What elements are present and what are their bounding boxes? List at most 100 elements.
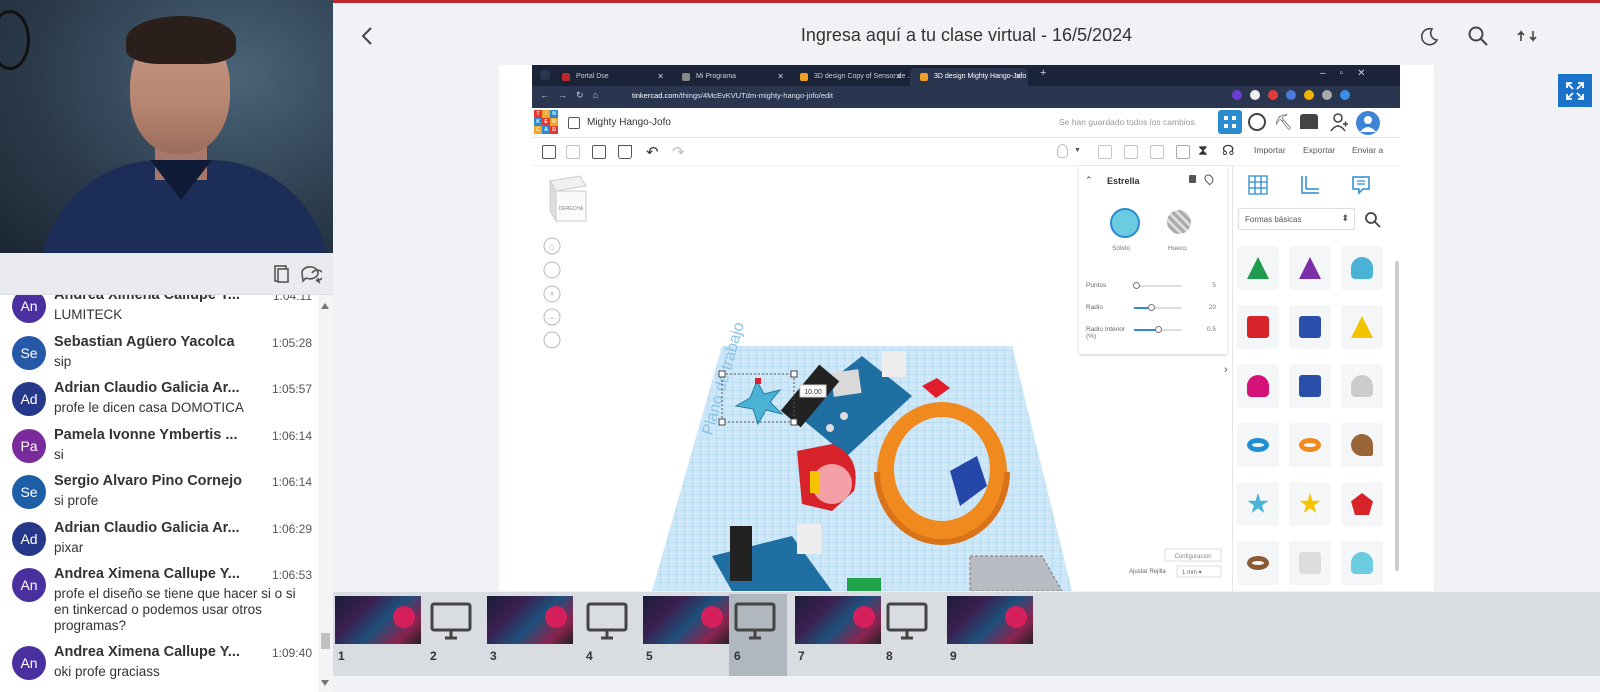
param-slider[interactable]	[1133, 282, 1182, 289]
swap-layout-icon[interactable]	[1516, 25, 1538, 47]
tab-close-icon[interactable]: ✕	[895, 72, 902, 81]
slide-thumbnail[interactable]: 4	[581, 594, 639, 676]
send-to-button[interactable]: Enviar a	[1352, 145, 1383, 155]
group-icon[interactable]	[1124, 145, 1138, 159]
shape-heart[interactable]	[1341, 423, 1383, 467]
shape-polyhedron[interactable]	[1341, 482, 1383, 526]
workplane-icon[interactable]	[1247, 174, 1269, 196]
shape-star-gold[interactable]	[1289, 482, 1331, 526]
orange-ring[interactable]	[874, 402, 1010, 545]
shape-ring[interactable]	[1237, 541, 1279, 585]
ungroup-icon[interactable]	[1150, 145, 1164, 159]
mirror-icon[interactable]: ⧗	[1198, 142, 1208, 159]
collapse-chevron-icon[interactable]: ⌃	[1085, 175, 1093, 186]
tab-close-icon[interactable]: ✕	[777, 72, 784, 81]
shape-category-select[interactable]: Formas básicas ⬍	[1238, 208, 1355, 230]
shape-tube[interactable]	[1289, 423, 1331, 467]
slide-thumbnail[interactable]: 5	[641, 594, 729, 676]
browser-tab[interactable]: 3D design Mighty Hango-Jofo ✕	[910, 68, 1028, 86]
shape-star[interactable]	[1237, 482, 1279, 526]
param-slider[interactable]	[1134, 304, 1182, 311]
extension-icons[interactable]	[1232, 90, 1392, 104]
circuits-icon[interactable]	[1248, 113, 1266, 131]
search-icon[interactable]	[1467, 25, 1489, 47]
chat-bubbles-icon[interactable]	[300, 264, 322, 284]
slide-thumbnail[interactable]: 7	[793, 594, 881, 676]
ruler-icon[interactable]	[1299, 174, 1321, 196]
slider-handle[interactable]	[1147, 304, 1155, 311]
copy-icon[interactable]	[270, 264, 292, 284]
fit-view-icon[interactable]	[543, 261, 561, 279]
tab-close-icon[interactable]: ✕	[657, 72, 664, 81]
shape-roof[interactable]	[1237, 246, 1279, 290]
param-value[interactable]: 0.5	[1207, 326, 1216, 333]
browser-tab[interactable]: 3D design Copy of Sensor de ... ✕	[790, 68, 913, 86]
export-button[interactable]: Exportar	[1303, 145, 1335, 155]
solid-option[interactable]	[1110, 208, 1140, 238]
scroll-down-arrow[interactable]	[321, 680, 329, 686]
search-icon[interactable]	[1361, 208, 1385, 230]
browser-tab[interactable]: Mi Programa ✕	[672, 68, 790, 86]
tab-menu-icon[interactable]	[540, 70, 550, 80]
shape-half-cylinder[interactable]	[1341, 246, 1383, 290]
shape-rounded-box[interactable]	[1289, 541, 1331, 585]
cruise-icon[interactable]: ☊	[1222, 142, 1234, 159]
ortho-view-icon[interactable]	[543, 331, 561, 349]
browser-tab[interactable]: Portal Dse ✕	[552, 68, 670, 86]
duplicate-icon[interactable]	[592, 145, 606, 159]
lightbulb-icon[interactable]	[1057, 144, 1068, 158]
shape-paraboloid[interactable]	[1341, 364, 1383, 408]
grid-view-icon[interactable]	[1218, 110, 1242, 134]
url-field[interactable]: tinkercad.com/things/4McEvKVUTdm-mighty-…	[632, 91, 833, 100]
slide-thumbnail[interactable]: 3	[485, 594, 573, 676]
trash-icon[interactable]	[618, 145, 632, 159]
align-icon[interactable]	[1176, 145, 1190, 159]
slide-thumbnail[interactable]: 9	[945, 594, 1033, 676]
new-tab-icon[interactable]: +	[1040, 67, 1046, 79]
nav-buttons[interactable]: ←→↻⌂	[540, 90, 607, 101]
slider-handle[interactable]	[1133, 282, 1141, 289]
shape-text[interactable]	[1237, 305, 1279, 349]
slider-handle[interactable]	[1155, 326, 1162, 333]
scroll-thumb[interactable]	[321, 633, 330, 649]
shape-pyramid[interactable]	[1341, 305, 1383, 349]
lessons-icon[interactable]	[1300, 114, 1318, 129]
panel-toggle-chevron-icon[interactable]: ›	[1224, 364, 1228, 376]
shape-half-sphere[interactable]	[1237, 364, 1279, 408]
slide-thumbnail[interactable]: 1	[333, 594, 421, 676]
param-value[interactable]: 20	[1209, 304, 1216, 311]
fullscreen-button[interactable]	[1558, 74, 1592, 107]
shapes-scrollbar[interactable]	[1395, 261, 1399, 571]
tinkercad-logo[interactable]: TINKERCAD	[534, 110, 558, 134]
import-button[interactable]: Importar	[1254, 145, 1286, 155]
chat-scrollbar[interactable]	[318, 295, 333, 692]
window-controls[interactable]: –▫✕	[1320, 68, 1380, 79]
param-value[interactable]: 5	[1212, 282, 1216, 289]
add-user-icon[interactable]	[1330, 112, 1348, 132]
redo-icon[interactable]: ↷	[672, 143, 685, 161]
slide-thumbnail[interactable]: 2	[425, 594, 483, 676]
shape-torus[interactable]	[1237, 423, 1279, 467]
viewcube[interactable]: DERECHA	[549, 175, 587, 223]
design-menu-icon[interactable]	[568, 117, 580, 129]
lock-icon[interactable]	[1189, 175, 1196, 183]
slide-thumbnail[interactable]: 8	[881, 594, 939, 676]
scroll-up-arrow[interactable]	[321, 303, 329, 309]
shape-cone[interactable]	[1289, 246, 1331, 290]
notes-icon[interactable]	[1350, 174, 1372, 196]
copy-icon[interactable]	[542, 145, 556, 159]
user-avatar[interactable]	[1356, 111, 1380, 135]
shape-box[interactable]	[1289, 305, 1331, 349]
moon-icon[interactable]	[1418, 25, 1440, 47]
paste-icon[interactable]	[566, 145, 580, 159]
pickaxe-icon[interactable]: ⛏	[1274, 113, 1293, 131]
shape-cylinder-hex[interactable]	[1289, 364, 1331, 408]
chevron-down-icon[interactable]: ▼	[1074, 147, 1081, 154]
shape-ellipsoid[interactable]	[1341, 541, 1383, 585]
undo-icon[interactable]: ↶	[646, 143, 659, 161]
hole-option[interactable]	[1167, 210, 1191, 234]
shape-icon[interactable]	[1098, 145, 1112, 159]
tab-close-icon[interactable]: ✕	[1015, 72, 1022, 81]
bulb-visibility-icon[interactable]	[1202, 172, 1216, 186]
design-name[interactable]: Mighty Hango-Jofo	[587, 117, 671, 128]
